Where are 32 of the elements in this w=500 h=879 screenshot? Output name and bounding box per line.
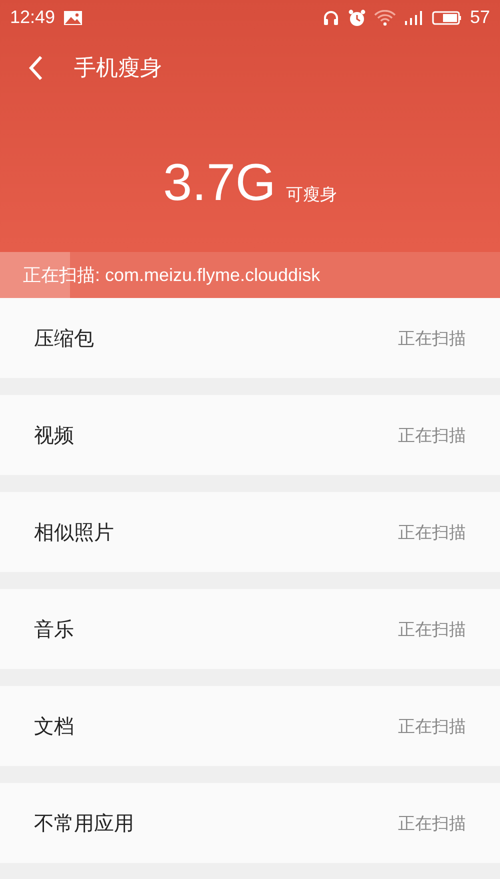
status-time: 12:49 xyxy=(10,7,56,28)
headphones-icon xyxy=(322,10,340,26)
category-row[interactable]: 视频 正在扫描 xyxy=(0,395,500,475)
category-row[interactable]: 音乐 正在扫描 xyxy=(0,589,500,669)
reclaimable-caption: 可瘦身 xyxy=(286,184,337,206)
category-status: 正在扫描 xyxy=(398,618,466,640)
category-row[interactable]: 文档 正在扫描 xyxy=(0,686,500,766)
category-name: 文档 xyxy=(34,712,74,740)
category-status: 正在扫描 xyxy=(398,424,466,446)
battery-level: 57 xyxy=(470,7,490,28)
category-status: 正在扫描 xyxy=(398,328,466,350)
signal-icon xyxy=(404,10,424,26)
alarm-icon xyxy=(348,8,366,26)
category-status: 正在扫描 xyxy=(398,812,466,834)
category-name: 压缩包 xyxy=(34,324,94,352)
battery-icon xyxy=(432,10,462,26)
wifi-icon xyxy=(374,10,396,26)
page-title: 手机瘦身 xyxy=(74,55,162,83)
scan-status-text: 正在扫描: com.meizu.flyme.clouddisk xyxy=(22,264,320,287)
category-row[interactable]: 相似照片 正在扫描 xyxy=(0,492,500,572)
image-icon xyxy=(63,10,84,26)
category-status: 正在扫描 xyxy=(398,522,466,544)
category-name: 音乐 xyxy=(34,616,74,642)
category-row[interactable]: 压缩包 正在扫描 xyxy=(0,298,500,378)
category-row[interactable]: 不常用应用 正在扫描 xyxy=(0,783,500,863)
category-name: 不常用应用 xyxy=(34,810,134,836)
category-status: 正在扫描 xyxy=(398,716,466,738)
reclaimable-size: 3.7G xyxy=(163,153,276,213)
category-name: 视频 xyxy=(34,422,74,448)
category-name: 相似照片 xyxy=(34,518,114,546)
back-button[interactable] xyxy=(28,55,44,81)
back-icon xyxy=(28,55,44,81)
